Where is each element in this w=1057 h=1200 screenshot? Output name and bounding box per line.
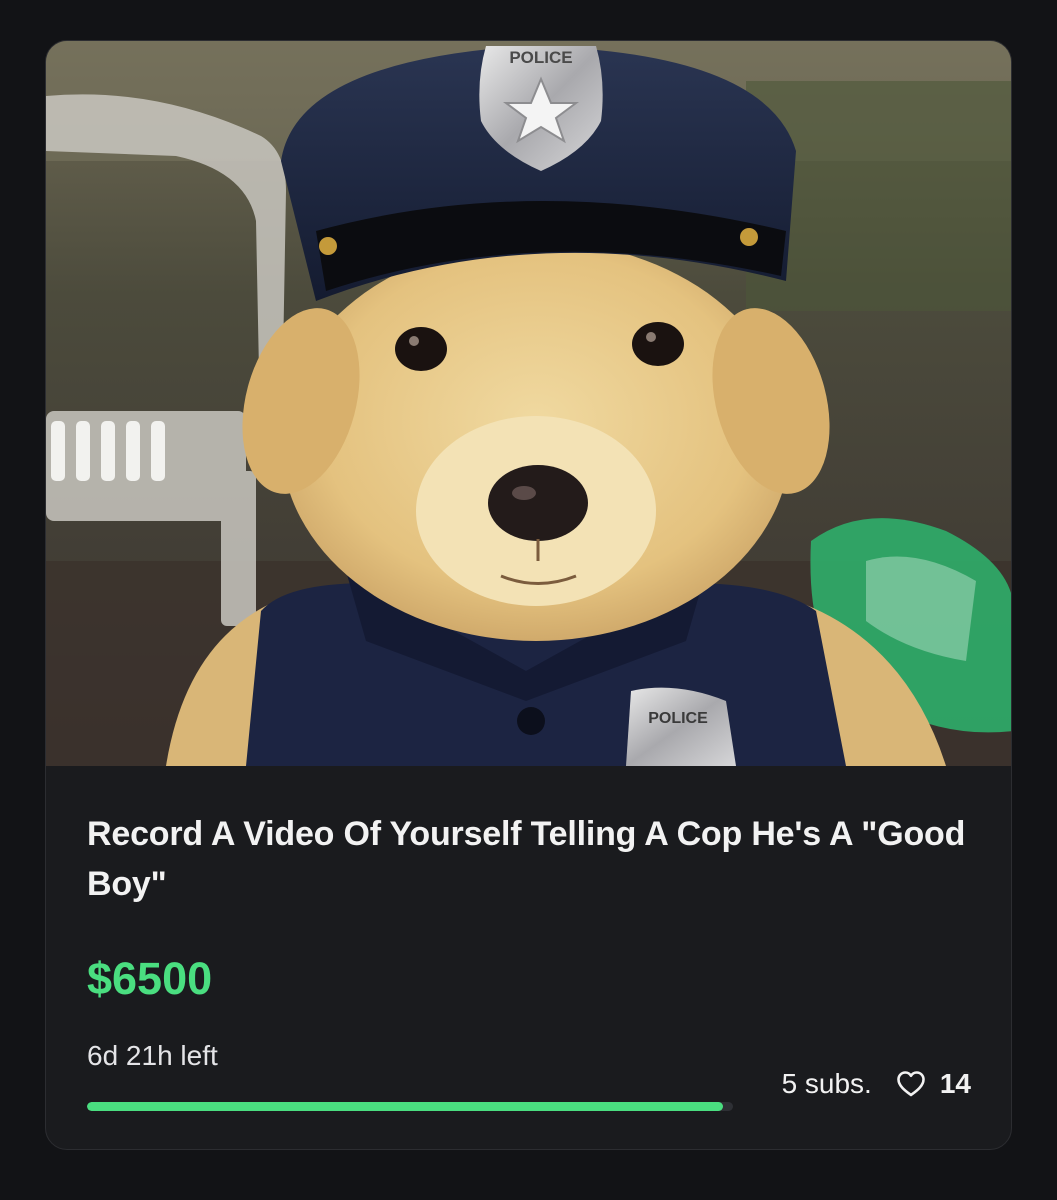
submissions-count[interactable]: 5 subs. xyxy=(782,1067,872,1101)
listing-price: $6500 xyxy=(87,953,213,1004)
svg-text:POLICE: POLICE xyxy=(648,710,708,727)
time-progress-fill xyxy=(87,1102,724,1111)
listing-image[interactable]: POLICE POLICE xyxy=(46,41,1011,766)
listing-stats: 5 subs. 14 xyxy=(782,1067,971,1101)
time-left-label: 6d 21h left xyxy=(87,1040,218,1071)
listing-title[interactable]: Record A Video Of Yourself Telling A Cop… xyxy=(87,809,967,909)
like-count: 14 xyxy=(939,1068,971,1099)
time-progress-bar xyxy=(87,1102,733,1111)
heart-outline-icon xyxy=(897,1071,925,1097)
like-button[interactable]: 14 xyxy=(896,1067,971,1101)
bounty-card[interactable]: POLICE POLICE Record A Video Of Yourself… xyxy=(45,40,1012,1150)
cap-badge-text: POLICE xyxy=(509,48,572,67)
